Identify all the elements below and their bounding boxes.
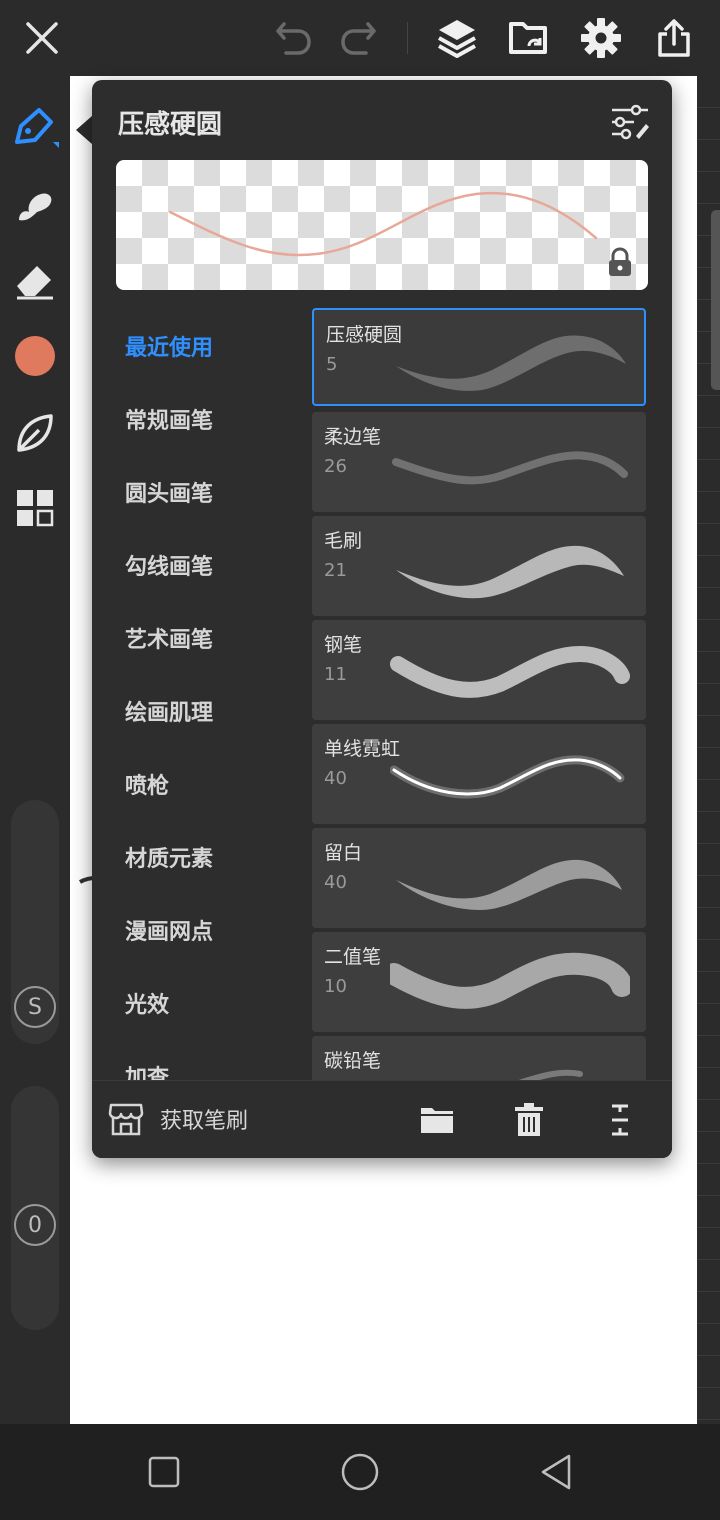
share-icon[interactable] bbox=[650, 14, 698, 62]
brush-size: 40 bbox=[324, 768, 347, 789]
side-drawer-handle[interactable] bbox=[711, 210, 720, 390]
gear-icon[interactable] bbox=[577, 14, 625, 62]
brush-item-hard-round[interactable]: 压感硬圆 5 bbox=[312, 308, 646, 406]
sort-menu-icon[interactable] bbox=[600, 1100, 640, 1140]
leaf-icon[interactable] bbox=[11, 408, 59, 456]
category-gacha[interactable]: 加查 bbox=[125, 1060, 169, 1080]
brush-size: 11 bbox=[324, 664, 347, 685]
folder-sync-icon[interactable] bbox=[505, 14, 553, 62]
color-swatch[interactable] bbox=[11, 332, 59, 380]
brush-list: 压感硬圆 5 柔边笔 26 毛刷 21 钢笔 11 单线霓虹 40 留白 40 bbox=[312, 308, 646, 1080]
brush-category-list: 最近使用 常规画笔 圆头画笔 勾线画笔 艺术画笔 绘画肌理 喷枪 材质元素 漫画… bbox=[92, 306, 310, 1080]
size-slider-knob[interactable]: S bbox=[14, 986, 56, 1028]
selected-brush-title: 压感硬圆 bbox=[118, 110, 223, 140]
brush-size: 10 bbox=[324, 976, 347, 997]
eraser-icon[interactable] bbox=[11, 256, 59, 304]
redo-icon[interactable] bbox=[334, 14, 382, 62]
brush-settings-icon[interactable] bbox=[608, 100, 652, 144]
left-toolbar: S 0 bbox=[0, 76, 70, 1424]
category-lineart[interactable]: 勾线画笔 bbox=[125, 549, 213, 581]
preview-stroke bbox=[168, 191, 598, 257]
get-brushes-label: 获取笔刷 bbox=[160, 1109, 249, 1134]
category-round[interactable]: 圆头画笔 bbox=[125, 476, 213, 508]
brush-stroke-preview bbox=[390, 952, 630, 1009]
brush-item-bristle[interactable]: 毛刷 21 bbox=[312, 516, 646, 616]
system-navigation-bar bbox=[0, 1424, 720, 1520]
brush-size: 26 bbox=[324, 456, 347, 477]
brush-library-panel: 压感硬圆 最近使用 常规画笔 圆头画笔 勾线画笔 艺术画笔 绘画肌理 喷枪 材质… bbox=[92, 80, 672, 1158]
brush-stroke-preview bbox=[396, 335, 626, 391]
store-icon bbox=[108, 1103, 144, 1136]
popup-pointer bbox=[76, 116, 92, 144]
brush-item-neon[interactable]: 单线霓虹 40 bbox=[312, 724, 646, 824]
trash-icon[interactable] bbox=[509, 1100, 549, 1140]
brush-size: 5 bbox=[326, 354, 338, 375]
top-toolbar bbox=[0, 0, 720, 76]
brush-stroke-preview bbox=[390, 645, 630, 698]
brush-size: 40 bbox=[324, 872, 347, 893]
category-screentone[interactable]: 漫画网点 bbox=[125, 914, 213, 946]
brush-stroke-preview bbox=[396, 859, 622, 910]
opacity-slider[interactable]: 0 bbox=[11, 1086, 59, 1330]
brush-name: 毛刷 bbox=[324, 530, 363, 552]
category-texture[interactable]: 绘画肌理 bbox=[125, 695, 213, 727]
brush-name: 钢笔 bbox=[324, 634, 363, 656]
category-airbrush[interactable]: 喷枪 bbox=[125, 768, 169, 800]
folder-icon[interactable] bbox=[417, 1100, 457, 1140]
brush-name: 二值笔 bbox=[324, 946, 382, 968]
brush-stroke-preview bbox=[396, 545, 624, 599]
toolbar-divider bbox=[407, 22, 408, 54]
layers-icon[interactable] bbox=[433, 14, 481, 62]
smudge-icon[interactable] bbox=[11, 180, 59, 228]
category-material[interactable]: 材质元素 bbox=[125, 841, 213, 873]
category-recent[interactable]: 最近使用 bbox=[125, 330, 213, 362]
undo-icon[interactable] bbox=[270, 14, 318, 62]
brush-item-masking[interactable]: 留白 40 bbox=[312, 828, 646, 928]
get-brushes-button[interactable]: 获取笔刷 bbox=[108, 1101, 248, 1137]
lock-icon[interactable] bbox=[604, 246, 636, 278]
brush-stroke-preview bbox=[390, 755, 625, 799]
current-color-dot bbox=[15, 336, 55, 376]
brush-item-soft-edge[interactable]: 柔边笔 26 bbox=[312, 412, 646, 512]
brush-preview bbox=[116, 160, 648, 290]
recent-apps-icon[interactable] bbox=[144, 1452, 184, 1492]
brush-item-charcoal[interactable]: 碳铅笔 bbox=[312, 1036, 646, 1080]
brush-size: 21 bbox=[324, 560, 347, 581]
brush-pen-icon[interactable] bbox=[11, 104, 59, 152]
brush-name: 单线霓虹 bbox=[324, 738, 401, 760]
opacity-slider-knob[interactable]: 0 bbox=[14, 1204, 56, 1246]
brush-item-pen[interactable]: 钢笔 11 bbox=[312, 620, 646, 720]
home-icon[interactable] bbox=[340, 1452, 380, 1492]
category-art[interactable]: 艺术画笔 bbox=[125, 622, 213, 654]
grid-icon[interactable] bbox=[11, 484, 59, 532]
close-icon[interactable] bbox=[18, 14, 66, 62]
brush-size-slider[interactable]: S bbox=[11, 800, 59, 1044]
category-light[interactable]: 光效 bbox=[125, 987, 169, 1019]
brush-name: 压感硬圆 bbox=[326, 324, 403, 346]
category-regular[interactable]: 常规画笔 bbox=[125, 403, 213, 435]
brush-name: 柔边笔 bbox=[324, 426, 382, 448]
brush-item-binary[interactable]: 二值笔 10 bbox=[312, 932, 646, 1032]
brush-name: 留白 bbox=[324, 842, 363, 864]
back-icon[interactable] bbox=[536, 1452, 576, 1492]
brush-panel-footer: 获取笔刷 bbox=[92, 1080, 672, 1158]
brush-stroke-preview bbox=[518, 1069, 583, 1080]
brush-stroke-preview bbox=[392, 451, 628, 485]
brush-name: 碳铅笔 bbox=[324, 1050, 382, 1072]
